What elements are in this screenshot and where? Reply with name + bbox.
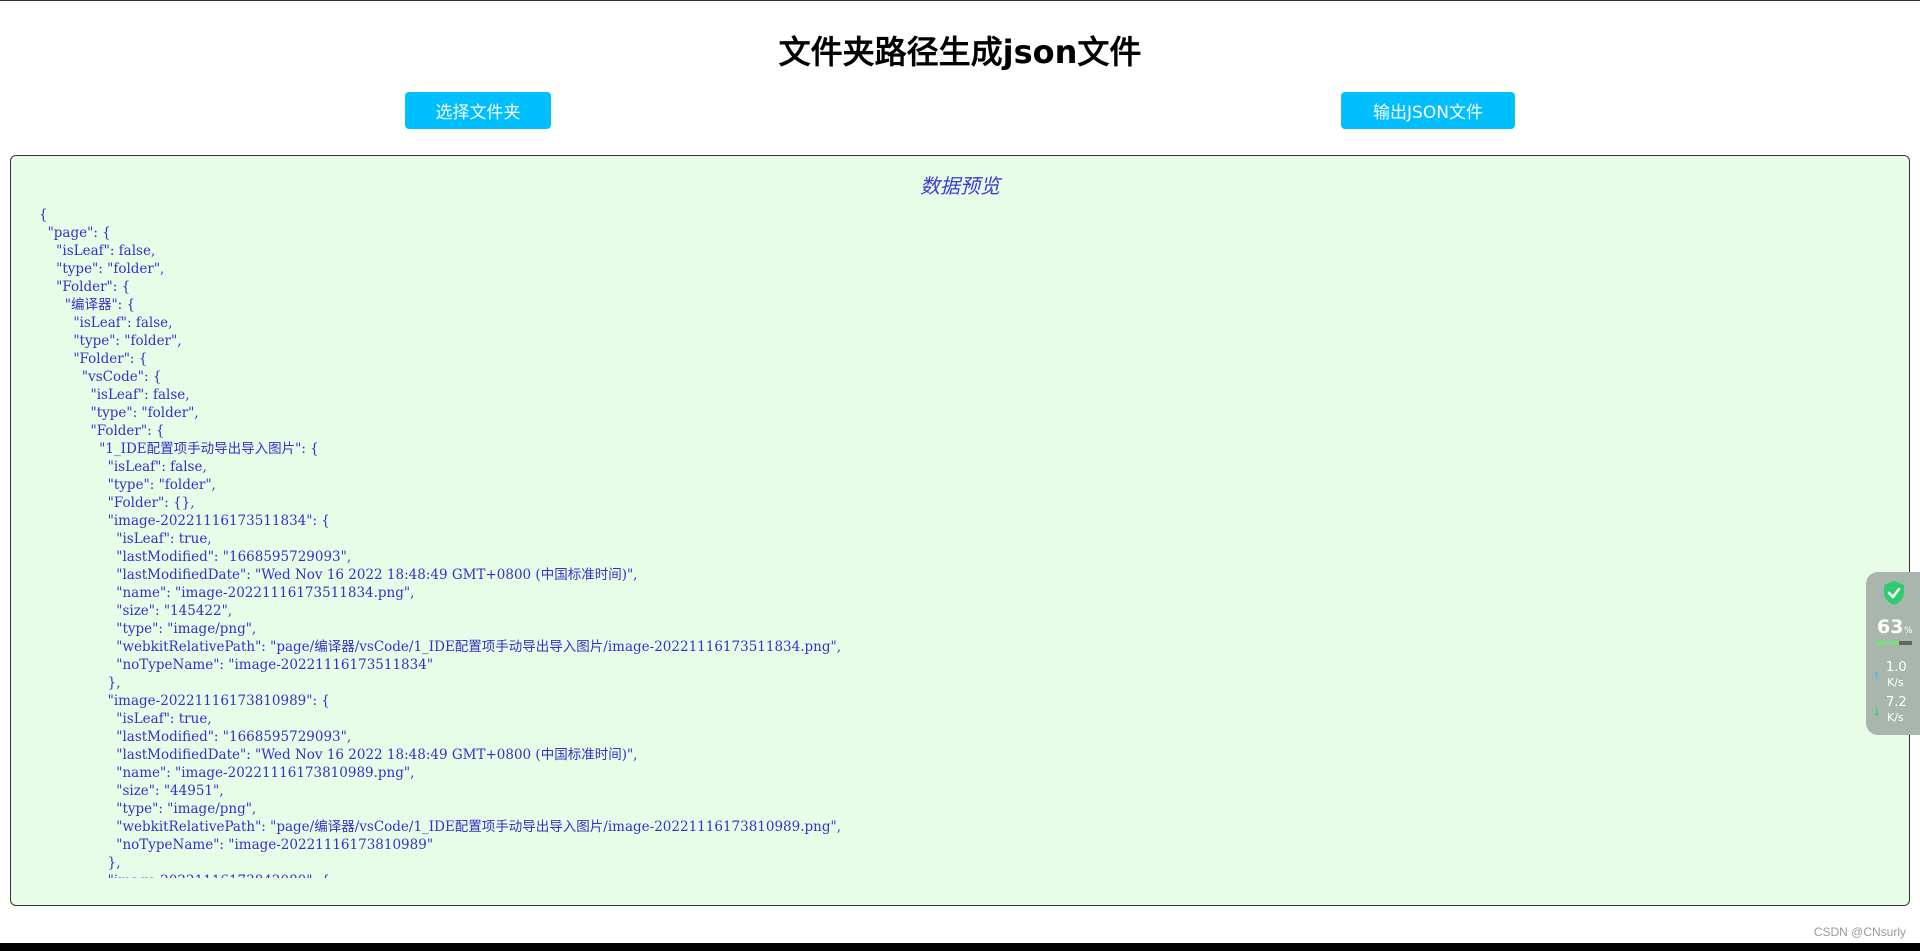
- csdn-watermark: CSDN @CNsurly: [1813, 925, 1906, 939]
- select-folder-button[interactable]: 选择文件夹: [405, 92, 551, 129]
- download-speed: 7.2 K/s: [1886, 695, 1907, 725]
- upload-arrow-icon: ↑: [1872, 670, 1882, 683]
- preview-title: 数据预览: [920, 174, 1000, 198]
- download-speed-unit: K/s: [1887, 711, 1904, 724]
- memory-meter: [1876, 641, 1912, 645]
- upload-speed-value: 1.0: [1886, 660, 1907, 675]
- shield-check-icon: [1884, 581, 1904, 605]
- memory-meter-fill: [1876, 641, 1899, 645]
- export-json-button[interactable]: 输出JSON文件: [1341, 92, 1515, 129]
- data-preview-panel: 数据预览 { "page": { "isLeaf": false, "type"…: [10, 155, 1910, 906]
- download-arrow-icon: ↓: [1872, 706, 1882, 719]
- page-title: 文件夹路径生成json文件: [778, 33, 1142, 71]
- percent-symbol: %: [1904, 626, 1913, 636]
- upload-speed-unit: K/s: [1887, 676, 1904, 689]
- memory-percent: 63: [1877, 616, 1904, 638]
- download-speed-value: 7.2: [1886, 695, 1907, 710]
- upload-speed: 1.0 K/s: [1886, 660, 1907, 690]
- app-page: 文件夹路径生成json文件 选择文件夹 输出JSON文件 数据预览 { "pag…: [0, 0, 1920, 951]
- json-preview-area[interactable]: { "page": { "isLeaf": false, "type": "fo…: [39, 206, 1889, 878]
- json-content: { "page": { "isLeaf": false, "type": "fo…: [39, 207, 841, 878]
- network-monitor-widget[interactable]: 63 % ↑ 1.0 K/s ↓ 7.2 K/s: [1866, 572, 1920, 735]
